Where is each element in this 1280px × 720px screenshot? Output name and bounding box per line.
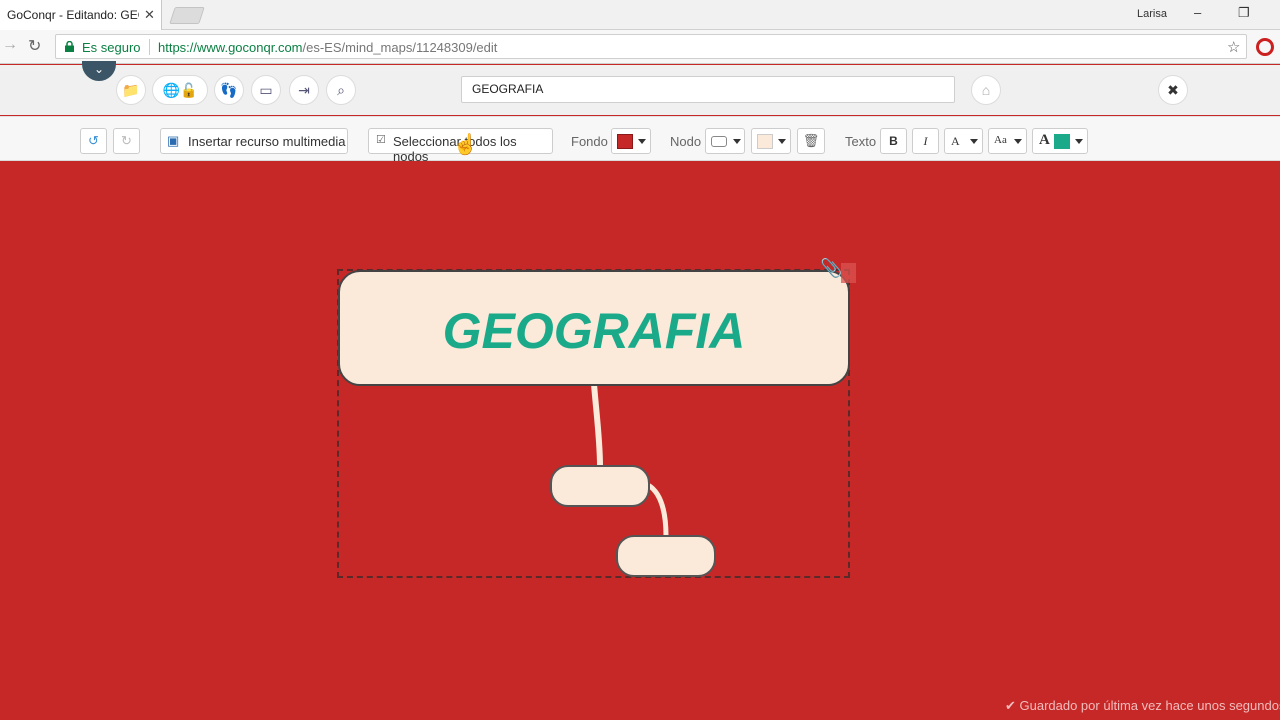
hand-cursor-icon: ☝ xyxy=(453,134,478,156)
child-node-2[interactable] xyxy=(616,535,716,577)
saved-status: ✔ Guardado por última vez hace unos segu… xyxy=(1005,698,1280,713)
node-action-icon[interactable] xyxy=(841,263,856,283)
root-node[interactable]: GEOGRAFIA xyxy=(338,270,850,386)
paperclip-icon[interactable]: 📎 xyxy=(820,258,842,279)
root-node-label: GEOGRAFIA xyxy=(442,303,746,359)
child-node-1[interactable] xyxy=(550,465,650,507)
